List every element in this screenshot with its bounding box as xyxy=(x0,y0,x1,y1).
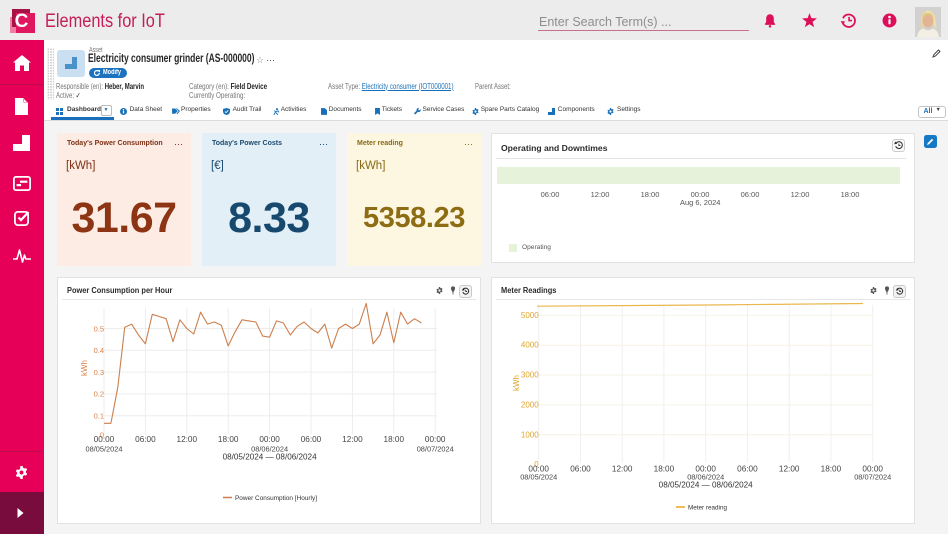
svg-text:kWh: kWh xyxy=(80,360,89,376)
svg-text:12:00: 12:00 xyxy=(342,435,363,444)
svg-text:5000: 5000 xyxy=(521,311,539,320)
svg-text:kWh: kWh xyxy=(512,375,521,391)
svg-text:0.4: 0.4 xyxy=(94,346,104,355)
svg-text:0.2: 0.2 xyxy=(94,390,104,399)
svg-text:Power Consumption [Hourly]: Power Consumption [Hourly] xyxy=(235,495,317,502)
svg-text:06:00: 06:00 xyxy=(570,465,591,474)
svg-text:00:00: 00:00 xyxy=(94,435,115,444)
svg-text:4000: 4000 xyxy=(521,341,539,350)
svg-text:00:00: 00:00 xyxy=(259,435,280,444)
svg-text:12:00: 12:00 xyxy=(177,435,198,444)
svg-text:0.3: 0.3 xyxy=(94,368,104,377)
svg-text:00:00: 00:00 xyxy=(425,435,446,444)
svg-text:12:00: 12:00 xyxy=(779,465,800,474)
svg-text:0.1: 0.1 xyxy=(94,412,104,421)
svg-text:08/07/2024: 08/07/2024 xyxy=(417,445,454,454)
svg-text:2000: 2000 xyxy=(521,400,539,409)
svg-text:06:00: 06:00 xyxy=(737,465,758,474)
svg-text:1000: 1000 xyxy=(521,430,539,439)
svg-text:08/05/2024: 08/05/2024 xyxy=(520,473,557,482)
svg-text:06:00: 06:00 xyxy=(135,435,156,444)
svg-text:08/05/2024 — 08/06/2024: 08/05/2024 — 08/06/2024 xyxy=(659,481,754,490)
svg-text:08/05/2024: 08/05/2024 xyxy=(86,445,123,454)
svg-text:3000: 3000 xyxy=(521,371,539,380)
svg-text:08/05/2024 — 08/06/2024: 08/05/2024 — 08/06/2024 xyxy=(223,453,318,462)
svg-text:18:00: 18:00 xyxy=(821,465,842,474)
svg-text:18:00: 18:00 xyxy=(654,465,675,474)
svg-text:0.5: 0.5 xyxy=(94,324,104,333)
svg-text:12:00: 12:00 xyxy=(612,465,633,474)
svg-text:08/07/2024: 08/07/2024 xyxy=(854,473,891,482)
svg-text:18:00: 18:00 xyxy=(384,435,405,444)
svg-text:18:00: 18:00 xyxy=(218,435,239,444)
svg-text:06:00: 06:00 xyxy=(301,435,322,444)
svg-text:Meter reading: Meter reading xyxy=(688,505,727,512)
